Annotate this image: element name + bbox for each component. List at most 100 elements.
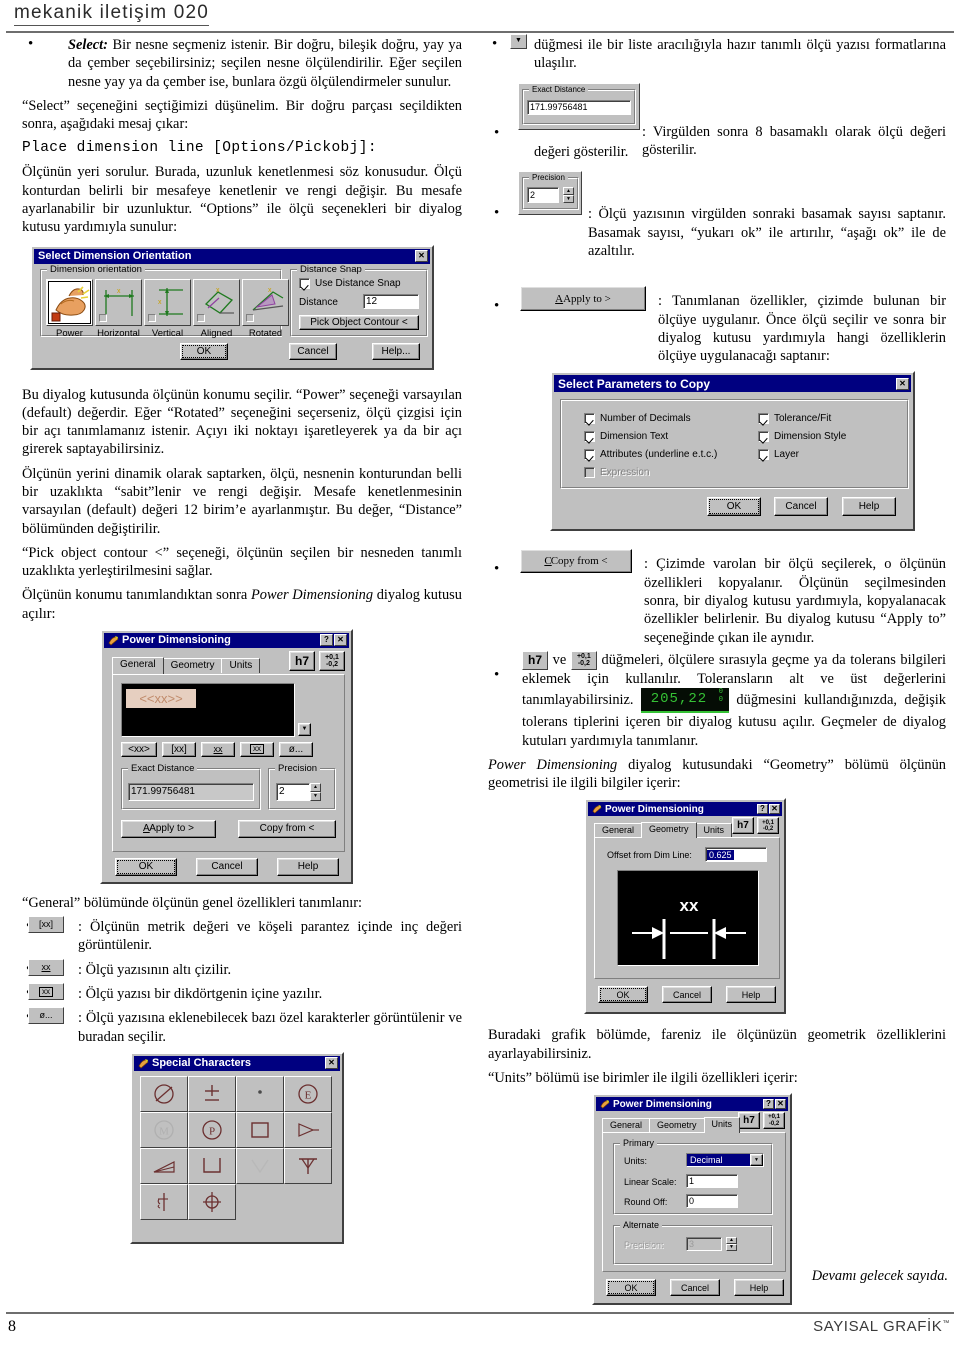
checkbox-dimension-style[interactable]: Dimension Style <box>758 431 846 443</box>
square-icon[interactable] <box>236 1111 284 1148</box>
use-distance-snap-checkbox[interactable]: Use Distance Snap <box>299 277 401 289</box>
chevron-down-icon[interactable]: ▼ <box>510 34 527 49</box>
help-button[interactable]: Help... <box>372 342 420 360</box>
close-icon[interactable]: ✕ <box>769 804 780 815</box>
circled-E-icon[interactable]: E <box>284 1075 332 1112</box>
distance-input[interactable]: 12 <box>363 293 419 309</box>
checkbox-column-left[interactable]: Number of Decimals Dimension Text Attrib… <box>584 413 717 485</box>
cancel-button[interactable]: Cancel <box>670 1279 720 1297</box>
fit-tolerance-icon[interactable]: h7 <box>522 650 548 670</box>
offset-from-dim-line-input[interactable]: 0.625 <box>705 847 767 863</box>
ok-button[interactable]: OK <box>598 986 648 1004</box>
exact-distance-widget[interactable]: Exact Distance 171.99756481 <box>518 82 640 130</box>
centerline-icon[interactable] <box>140 1183 188 1220</box>
round-off-input[interactable]: 0 <box>686 1194 738 1209</box>
help-button[interactable]: Help <box>842 497 896 517</box>
stepper-up-icon[interactable]: ▲ <box>310 782 321 792</box>
stepper-down-icon[interactable]: ▼ <box>563 195 574 204</box>
circled-M-icon[interactable]: M <box>140 1111 188 1148</box>
aligned-dimension-icon[interactable]: x <box>193 278 240 326</box>
exact-distance-input[interactable]: 171.99756481 <box>527 99 631 115</box>
chevron-down-icon[interactable]: ▼ <box>750 1154 763 1167</box>
tab-general[interactable]: General <box>594 823 643 838</box>
tolerance-icon[interactable]: +0,1 -0,2 <box>570 650 597 670</box>
box-format-icon[interactable]: xx <box>28 983 64 1001</box>
power-icon[interactable] <box>46 278 93 326</box>
format-underline-button[interactable]: xx <box>201 741 235 757</box>
precision-stepper[interactable]: ▲ ▼ <box>563 187 574 204</box>
fit-tolerance-button[interactable]: h7 <box>738 1112 760 1130</box>
fit-tolerance-button[interactable]: h7 <box>732 817 754 835</box>
countersink-v-icon[interactable] <box>236 1147 284 1184</box>
option-checkbox[interactable] <box>148 313 156 322</box>
depth-t-icon[interactable] <box>284 1147 332 1184</box>
format-button-row[interactable]: <xx> [xx] xx xx ø... <box>121 741 313 757</box>
tab-units[interactable]: Units <box>221 657 261 673</box>
checkbox-box[interactable] <box>584 413 595 425</box>
help-icon[interactable]: ? <box>763 1099 774 1110</box>
tolerance-button[interactable]: +0,1 -0,2 <box>319 650 345 671</box>
counterbore-icon[interactable] <box>188 1147 236 1184</box>
option-checkbox[interactable] <box>99 313 107 322</box>
vertical-dimension-icon[interactable]: x <box>144 278 191 326</box>
stepper-down-icon[interactable]: ▼ <box>310 791 321 801</box>
close-icon[interactable]: ✕ <box>775 1099 786 1110</box>
cancel-button[interactable]: Cancel <box>196 857 258 876</box>
tab-units[interactable]: Units <box>695 823 733 838</box>
checkbox-box[interactable] <box>584 431 595 443</box>
precision-input[interactable]: 2 <box>276 782 310 801</box>
apply-to-button[interactable]: A Apply to > <box>520 286 646 312</box>
power-dimensioning-units-dialog[interactable]: Power Dimensioning ? ✕ h7 +0,1 -0,2 Gene… <box>592 1093 792 1306</box>
center-dot-icon[interactable] <box>236 1075 284 1112</box>
checkbox-box[interactable] <box>758 449 769 461</box>
tolerance-lcd-display[interactable]: 205,22 0 0 <box>640 688 729 714</box>
checkbox-tolerance-fit[interactable]: Tolerance/Fit <box>758 413 846 425</box>
checkbox-layer[interactable]: Layer <box>758 449 846 461</box>
rotated-dimension-icon[interactable]: x <box>242 278 289 326</box>
precision-widget[interactable]: Precision 2 ▲ ▼ <box>518 171 582 216</box>
format-special-char-button[interactable]: ø... <box>279 741 313 757</box>
checkbox-box[interactable] <box>299 277 310 289</box>
help-icon[interactable]: ? <box>320 634 333 647</box>
plus-minus-icon[interactable] <box>188 1075 236 1112</box>
arrow-flat-icon[interactable] <box>284 1111 332 1148</box>
checkbox-box[interactable] <box>758 431 769 443</box>
power-dimensioning-geometry-dialog[interactable]: Power Dimensioning ? ✕ h7 +0,1 -0,2 Gene… <box>584 798 786 1015</box>
special-characters-dialog[interactable]: Special Characters ✕ E M P <box>130 1051 344 1244</box>
tab-strip[interactable]: General Geometry Units <box>602 1117 741 1134</box>
option-checkbox[interactable] <box>197 313 205 322</box>
orientation-option-power[interactable]: Power <box>46 278 93 339</box>
position-cross-icon[interactable] <box>188 1183 236 1220</box>
fit-tolerance-button[interactable]: h7 <box>289 650 315 671</box>
tab-geometry[interactable]: Geometry <box>641 822 697 839</box>
orientation-option-vertical[interactable]: x Vertical <box>144 278 191 339</box>
checkbox-attributes[interactable]: Attributes (underline e.t.c.) <box>584 449 717 461</box>
apply-to-button[interactable]: A Apply to > <box>121 819 216 838</box>
cancel-button[interactable]: Cancel <box>289 342 337 360</box>
checkbox-dimension-text[interactable]: Dimension Text <box>584 431 717 443</box>
close-icon[interactable]: ✕ <box>896 377 909 390</box>
stepper-up-icon[interactable]: ▲ <box>563 187 574 196</box>
horizontal-dimension-icon[interactable]: x <box>95 278 142 326</box>
checkbox-box[interactable] <box>584 449 595 461</box>
underline-format-icon[interactable]: xx <box>28 958 64 976</box>
tolerance-button[interactable]: +0,1 -0,2 <box>763 1112 785 1130</box>
copy-from-button[interactable]: C Copy from < <box>520 549 632 574</box>
tab-geometry[interactable]: Geometry <box>162 657 223 673</box>
tab-general[interactable]: General <box>602 1118 651 1133</box>
diameter-slash-icon[interactable] <box>140 1075 188 1112</box>
help-icon[interactable]: ? <box>757 804 768 815</box>
orientation-option-rotated[interactable]: x Rotated <box>242 278 289 339</box>
exact-distance-input[interactable]: 171.99756481 <box>128 782 254 801</box>
ok-button[interactable]: OK <box>707 497 761 517</box>
precision-input[interactable]: 2 <box>527 187 559 204</box>
checkbox-number-of-decimals[interactable]: Number of Decimals <box>584 413 717 425</box>
taper-icon[interactable] <box>140 1147 188 1184</box>
tab-general[interactable]: General <box>112 656 164 674</box>
select-dimension-orientation-dialog[interactable]: Select Dimension Orientation ✕ Dimension… <box>30 244 434 370</box>
ok-button[interactable]: OK <box>180 342 228 360</box>
option-checkbox[interactable] <box>246 313 254 322</box>
close-icon[interactable]: ✕ <box>334 634 347 647</box>
help-button[interactable]: Help <box>277 857 339 876</box>
circled-P-icon[interactable]: P <box>188 1111 236 1148</box>
